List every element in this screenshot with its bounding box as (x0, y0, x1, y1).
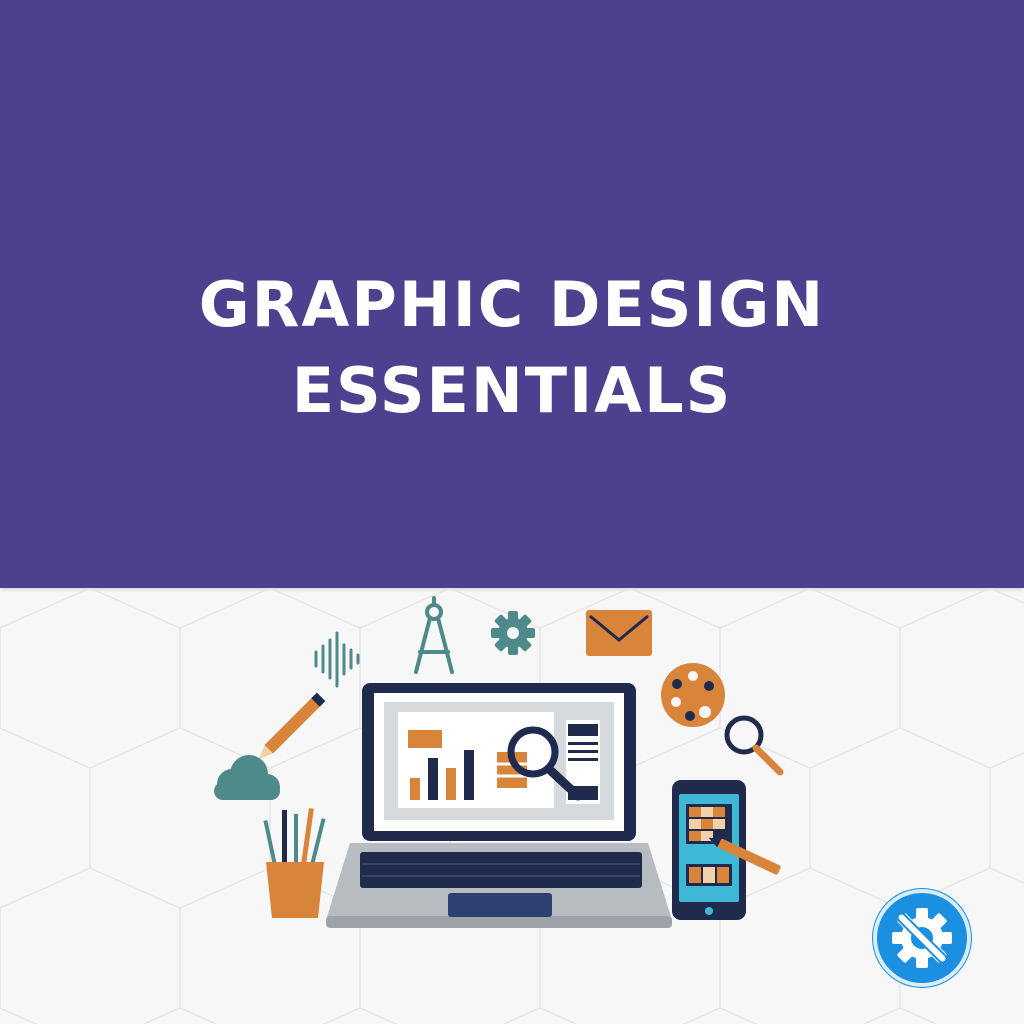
gear-icon (491, 611, 535, 655)
magnifier-icon (724, 715, 784, 776)
palette-icon (661, 663, 725, 727)
laptop-icon (326, 683, 672, 928)
envelope-icon (586, 610, 652, 656)
design-illustration (214, 596, 784, 928)
settings-gear-wrench-icon (872, 888, 972, 988)
cloud-icon (214, 755, 280, 800)
sound-wave-icon (314, 631, 360, 688)
pencil-icon (258, 692, 326, 760)
pencil-cup-icon (263, 807, 326, 918)
compass-icon (414, 596, 454, 674)
